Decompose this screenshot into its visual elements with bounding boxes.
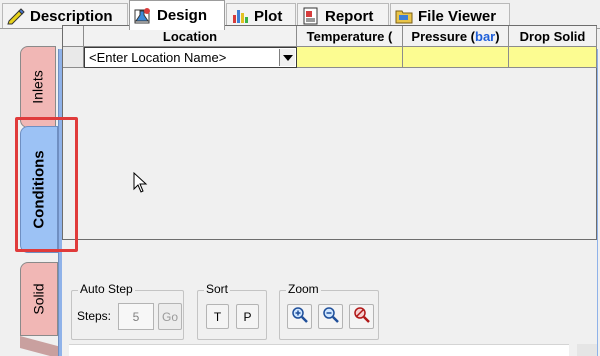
auto-step-label: Auto Step [78, 282, 135, 296]
zoom-out-icon [322, 306, 340, 327]
header-pressure-prefix: Pressure ( [411, 28, 475, 44]
folder-icon [395, 7, 413, 25]
header-drop-solid[interactable]: Drop Solid [509, 26, 597, 47]
tab-design[interactable]: Design [129, 0, 225, 30]
zoom-label: Zoom [286, 282, 321, 296]
auto-step-group: Auto Step Steps: 5 Go [71, 282, 184, 340]
tab-label: Design [157, 7, 208, 24]
zoom-in-icon [291, 306, 309, 327]
highlight-annotation [15, 117, 78, 252]
header-pressure[interactable]: Pressure ( bar ) [403, 26, 509, 47]
side-tab-label: Inlets [30, 70, 46, 104]
go-button[interactable]: Go [158, 303, 182, 330]
sort-label: Sort [204, 282, 231, 296]
table-row: <Enter Location Name> [63, 47, 597, 68]
chevron-down-icon [282, 54, 293, 61]
pressure-input[interactable] [403, 47, 509, 68]
location-value: <Enter Location Name> [89, 50, 227, 65]
dropdown-button[interactable] [279, 49, 295, 66]
scrollbar[interactable] [577, 344, 597, 356]
zoom-group: Zoom [279, 282, 379, 340]
zoom-reset-button[interactable] [349, 304, 374, 329]
row-header[interactable] [63, 47, 84, 68]
steps-label: Steps: [77, 309, 112, 323]
side-tab-shadow [20, 336, 58, 356]
tab-label: Description [30, 7, 113, 25]
controls-area: Auto Step Steps: 5 Go Sort T P Zoom [62, 240, 597, 356]
tab-label: Report [325, 7, 374, 25]
tab-label: Plot [254, 7, 283, 25]
side-tab-inlets[interactable]: Inlets [20, 46, 56, 128]
drop-solid-input[interactable] [509, 47, 597, 68]
side-tab-solid[interactable]: Solid [20, 262, 58, 336]
zoom-in-button[interactable] [287, 304, 312, 329]
tab-label: File Viewer [418, 7, 497, 25]
zoom-reset-icon [353, 306, 371, 327]
report-icon [302, 7, 320, 25]
location-dropdown[interactable]: <Enter Location Name> [84, 47, 297, 68]
sort-t-button[interactable]: T [206, 304, 229, 329]
temperature-input[interactable] [297, 47, 403, 68]
header-pressure-suffix: ) [495, 28, 500, 44]
sort-group: Sort T P [197, 282, 267, 340]
mouse-cursor-icon [133, 171, 149, 194]
steps-field[interactable]: 5 [118, 303, 154, 330]
results-area [69, 344, 569, 356]
edit-pen-icon [7, 7, 25, 25]
bar-chart-icon [231, 7, 249, 25]
grid-corner [63, 26, 84, 47]
conditions-grid: Location Temperature ( Pressure ( bar ) … [62, 25, 597, 240]
zoom-out-button[interactable] [318, 304, 343, 329]
design-flask-icon [134, 7, 152, 25]
header-pressure-unit[interactable]: bar [475, 29, 495, 44]
side-tab-label: Solid [30, 283, 47, 315]
header-temperature[interactable]: Temperature ( [297, 26, 403, 47]
sort-p-button[interactable]: P [236, 304, 259, 329]
